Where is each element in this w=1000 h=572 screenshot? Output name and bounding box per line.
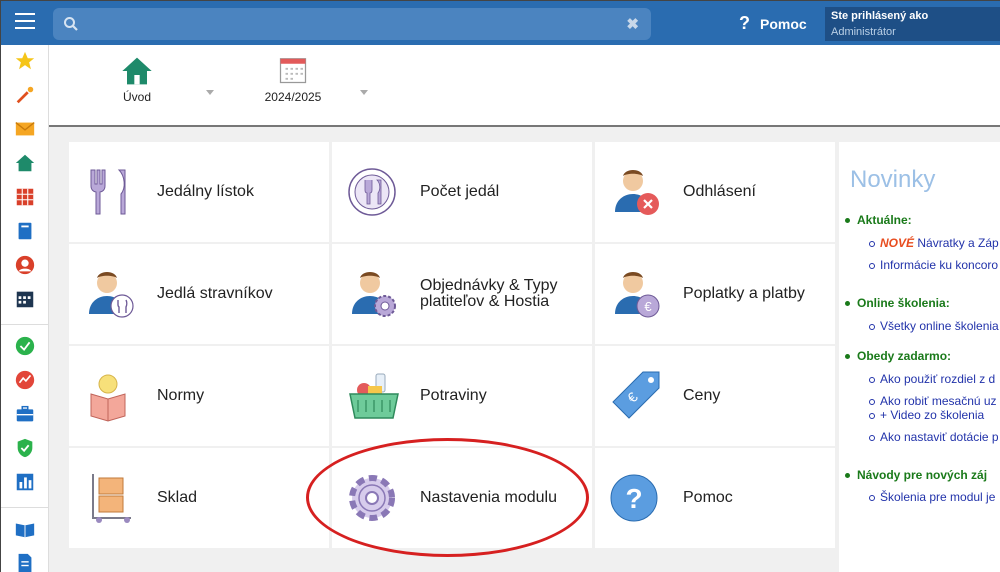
user-info[interactable]: Ste prihlásený ako Administrátor (825, 7, 1000, 41)
news-link[interactable]: Ako robiť mesačnú uz (869, 394, 997, 408)
calendar-icon (279, 58, 307, 84)
svg-text:€: € (644, 299, 652, 314)
tile-label: platiteľov & Hostia (420, 293, 550, 310)
bar-chart-icon[interactable] (14, 471, 36, 493)
person-euro-icon: € (615, 272, 660, 318)
toolbar: Úvod 2024/2025 (49, 45, 1000, 127)
help-circle-icon: ? (610, 474, 658, 522)
briefcase-icon[interactable] (14, 403, 36, 425)
open-book-icon[interactable] (14, 518, 36, 540)
news-link[interactable]: Školenia pre modul je (868, 490, 995, 504)
fork-knife-icon (90, 169, 126, 215)
tile-label: Ceny (683, 387, 721, 404)
news-section-title: Online školenia: (845, 296, 950, 310)
highlight-circle (306, 438, 589, 557)
tile-norms[interactable]: Normy (69, 346, 329, 446)
tile-label: Odhlásení (683, 183, 756, 200)
help-button[interactable]: ? Pomoc (739, 13, 807, 34)
tile-fees[interactable]: € Poplatky a platby (595, 244, 835, 344)
news-section-title: Obedy zadarmo: (844, 349, 952, 363)
mail-icon[interactable] (14, 118, 36, 140)
tile-label: Jedlá stravníkov (157, 285, 273, 302)
tile-label: Jedálny lístok (157, 183, 254, 200)
news-section-title: Aktuálne: (845, 213, 912, 227)
magic-wand-icon[interactable] (14, 84, 36, 106)
person-icon[interactable] (14, 254, 36, 276)
tile-label: Sklad (157, 489, 198, 506)
news-link[interactable]: Všetky online školenia (869, 319, 999, 333)
person-gear-icon (352, 272, 396, 317)
toolbar-item-home[interactable]: Úvod (109, 55, 165, 104)
sidebar (1, 45, 49, 572)
chart-circle-icon[interactable] (14, 369, 36, 391)
person-cancel-icon (615, 170, 659, 215)
tile-warehouse[interactable]: Sklad (69, 448, 329, 548)
tile-cancellations[interactable]: Odhlásení (595, 142, 835, 242)
hand-truck-icon (92, 474, 131, 523)
tile-groceries[interactable]: Potraviny (332, 346, 592, 446)
new-badge: NOVÉ (880, 236, 915, 250)
document-icon[interactable] (14, 552, 36, 572)
user-line2: Administrátor (831, 26, 896, 38)
tile-help[interactable]: ? Pomoc (595, 448, 835, 548)
svg-text:?: ? (625, 483, 642, 514)
tile-label: Pomoc (683, 489, 733, 506)
tile-diner-meals[interactable]: Jedlá stravníkov (69, 244, 329, 344)
user-line1: Ste prihlásený ako (831, 10, 929, 22)
news-link-text: Návratky a Záp (917, 236, 999, 250)
news-link[interactable]: NOVÉ Návratky a Záp (869, 236, 999, 250)
news-panel: Novinky Aktuálne: NOVÉ Návratky a Záp In… (839, 142, 1000, 572)
calendar-icon[interactable] (14, 288, 36, 310)
tile-orders[interactable]: Objednávky & Typy platiteľov & Hostia (332, 244, 592, 344)
top-bar: ✖ ? Pomoc Ste prihlásený ako Administráto… (1, 1, 1000, 45)
toolbar-item-school-year[interactable]: 2024/2025 (261, 55, 325, 104)
home-icon[interactable] (14, 152, 36, 174)
news-link[interactable]: Ako použiť rozdiel z d (868, 372, 995, 386)
tile-prices[interactable]: € Ceny (595, 346, 835, 446)
search-icon (64, 17, 78, 31)
clear-search-icon[interactable]: ✖ (626, 15, 639, 33)
person-meal-icon (89, 272, 134, 318)
tile-label: Potraviny (420, 387, 487, 404)
check-circle-icon[interactable] (14, 335, 36, 357)
sidebar-divider (1, 507, 49, 508)
reader-icon (90, 374, 126, 422)
tile-meal-count[interactable]: Počet jedál (332, 142, 592, 242)
tile-label: Normy (157, 387, 205, 404)
shield-check-icon[interactable] (14, 437, 36, 459)
search-bar[interactable]: ✖ (53, 8, 651, 40)
toolbar-label-home: Úvod (122, 90, 151, 104)
home-icon (122, 57, 152, 85)
news-link[interactable]: Informácie ku koncoro (868, 258, 998, 272)
sidebar-divider (1, 324, 49, 325)
book-icon[interactable] (14, 220, 36, 242)
chevron-down-icon[interactable] (360, 90, 368, 95)
news-link-continuation[interactable]: + Video zo školenia (868, 408, 984, 422)
news-link[interactable]: Ako nastaviť dotácie p (869, 430, 999, 444)
grid-icon[interactable] (14, 186, 36, 208)
price-tag-icon: € (612, 371, 660, 419)
tile-label: Počet jedál (420, 183, 500, 200)
news-title: Novinky (850, 166, 936, 193)
menu-icon[interactable] (15, 13, 35, 31)
basket-icon (349, 373, 399, 419)
tile-label: Poplatky a platby (683, 285, 805, 302)
chevron-down-icon[interactable] (206, 90, 214, 95)
plate-icon (348, 168, 396, 216)
tile-menu[interactable]: Jedálny lístok (69, 142, 329, 242)
help-label: Pomoc (760, 16, 807, 32)
question-icon: ? (739, 13, 750, 33)
news-section-title: Návody pre nových záj (844, 468, 988, 482)
toolbar-label-year: 2024/2025 (264, 90, 322, 104)
star-icon[interactable] (14, 50, 36, 72)
tile-label: Objednávky & Typy (420, 277, 558, 294)
